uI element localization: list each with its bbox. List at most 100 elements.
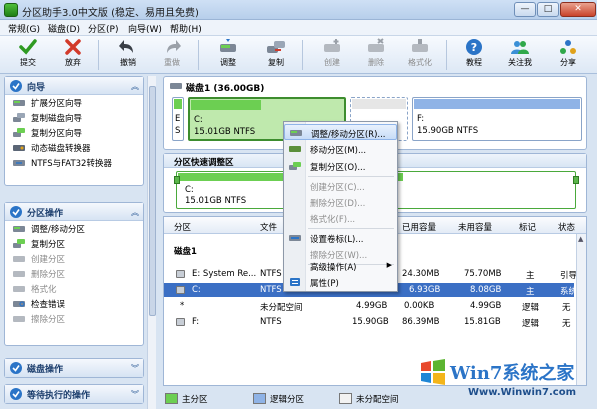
disk-ops-panel[interactable]: 磁盘操作 ︾ xyxy=(4,358,144,378)
undo-icon xyxy=(119,40,133,53)
col-used[interactable]: 已用容量 xyxy=(402,221,436,233)
partition-ops-panel: 分区操作 ︽ 调整/移动分区 复制分区 创建分区 删除分区 格式化 检查错误 擦… xyxy=(4,202,144,346)
col-partition[interactable]: 分区 xyxy=(174,221,191,233)
drive-format-icon xyxy=(412,39,428,52)
drive-icon xyxy=(176,286,185,294)
copy-button[interactable]: 复制 xyxy=(256,38,296,72)
submenu-arrow-icon: ▶ xyxy=(386,261,392,269)
col-filesystem[interactable]: 文件 xyxy=(260,221,277,233)
disk-title: 磁盘1 (36.00GB) xyxy=(186,84,265,94)
toolbar: 提交 放弃 撤销 重做 调整 复制 创建 删除 格式化 ? 教程 关注我 分享 xyxy=(0,36,597,74)
people-icon xyxy=(511,41,529,54)
follow-button[interactable]: 关注我 xyxy=(500,38,540,72)
pending-ops-panel[interactable]: 等待执行的操作 ︾ xyxy=(4,384,144,404)
sidebar-scrollbar[interactable] xyxy=(147,76,156,409)
wizard-item-dynamic-disk[interactable]: 动态磁盘转换器 xyxy=(5,140,143,155)
menu-disk[interactable]: 磁盘(D) xyxy=(48,22,80,35)
ctx-set-label[interactable]: 设置卷标(L)... xyxy=(284,230,397,246)
wizard-item-copy-disk[interactable]: 复制磁盘向导 xyxy=(5,110,143,125)
extend-partition-icon xyxy=(13,100,25,106)
op-item-create[interactable]: 创建分区 xyxy=(5,251,143,266)
checkmark-icon xyxy=(19,39,37,55)
resize-right-handle[interactable] xyxy=(573,176,579,184)
ctx-move[interactable]: 移动分区(M)... xyxy=(284,141,397,157)
wizard-panel: 向导 ︽ 扩展分区向导 复制磁盘向导 复制分区向导 动态磁盘转换器 NTFS与F… xyxy=(4,76,144,186)
sidebar: 向导 ︽ 扩展分区向导 复制磁盘向导 复制分区向导 动态磁盘转换器 NTFS与F… xyxy=(4,76,156,409)
watermark-url: Www.Winwin7.com xyxy=(468,387,577,398)
redo-button[interactable]: 重做 xyxy=(152,38,192,72)
ctx-resize-move[interactable]: 调整/移动分区(R)... xyxy=(284,124,397,140)
context-menu: 调整/移动分区(R)... 移动分区(M)... 复制分区(O)... 创建分区… xyxy=(283,121,398,292)
op-item-delete[interactable]: 删除分区 xyxy=(5,266,143,281)
op-item-copy[interactable]: 复制分区 xyxy=(5,236,143,251)
discard-button[interactable]: 放弃 xyxy=(53,38,93,72)
delete-partition-icon xyxy=(13,271,25,277)
expand-chevron-icon[interactable]: ︾ xyxy=(131,363,139,374)
title-bar: 分区助手3.0中文版 (稳定、易用且免费) — □ ✕ xyxy=(0,0,597,20)
partition-segment-f[interactable]: F: 15.90GB NTFS xyxy=(412,97,582,141)
table-row[interactable]: F: NTFS 15.90GB 86.39MB 15.81GB 逻辑 无 xyxy=(164,315,574,329)
menu-general[interactable]: 常规(G) xyxy=(8,22,40,35)
menu-help[interactable]: 帮助(H) xyxy=(170,22,202,35)
partition-ops-icon xyxy=(10,206,22,218)
partition-segment-e[interactable]: E S xyxy=(172,97,184,141)
toolbar-separator xyxy=(446,40,447,70)
wizard-icon xyxy=(10,80,22,92)
properties-icon xyxy=(290,278,300,286)
move-partition-icon xyxy=(289,146,301,152)
dynamic-disk-icon xyxy=(13,145,25,151)
wizard-item-copy-partition[interactable]: 复制分区向导 xyxy=(5,125,143,140)
svg-text:?: ? xyxy=(471,41,477,54)
toolbar-separator xyxy=(98,40,99,70)
check-errors-icon xyxy=(13,301,25,307)
close-button[interactable]: ✕ xyxy=(560,2,596,17)
resize-button[interactable]: 调整 xyxy=(208,38,248,72)
scroll-up-icon[interactable]: ▲ xyxy=(578,235,583,243)
expand-chevron-icon[interactable]: ︾ xyxy=(131,389,139,400)
maximize-button[interactable]: □ xyxy=(537,2,559,17)
ctx-advanced[interactable]: 高级操作(A) ▶ xyxy=(284,258,397,274)
col-free[interactable]: 未用容量 xyxy=(458,221,492,233)
wizard-panel-header[interactable]: 向导 ︽ xyxy=(5,77,143,95)
create-partition-icon xyxy=(13,256,25,262)
wizard-item-ntfs-fat32[interactable]: NTFS与FAT32转换器 xyxy=(5,155,143,170)
copy-partition-icon xyxy=(13,128,25,137)
pending-ops-header[interactable]: 等待执行的操作 ︾ xyxy=(5,385,143,403)
copy-partition-icon xyxy=(13,239,25,248)
help-icon: ? xyxy=(466,39,482,55)
commit-button[interactable]: 提交 xyxy=(8,38,48,72)
undo-button[interactable]: 撤销 xyxy=(108,38,148,72)
drive-create-icon xyxy=(324,39,340,52)
menu-bar: 常规(G) 磁盘(D) 分区(P) 向导(W) 帮助(H) xyxy=(0,20,597,36)
col-status[interactable]: 状态 xyxy=(558,221,575,233)
wizard-item-extend[interactable]: 扩展分区向导 xyxy=(5,95,143,110)
drive-copy-icon xyxy=(267,41,285,53)
op-item-format[interactable]: 格式化 xyxy=(5,281,143,296)
disk-ops-header[interactable]: 磁盘操作 ︾ xyxy=(5,359,143,377)
col-flag[interactable]: 标记 xyxy=(519,221,536,233)
share-button[interactable]: 分享 xyxy=(548,38,588,72)
op-item-check-errors[interactable]: 检查错误 xyxy=(5,296,143,311)
redo-icon xyxy=(167,40,181,53)
create-button[interactable]: 创建 xyxy=(312,38,352,72)
table-row[interactable]: * 未分配空间 4.99GB 0.00KB 4.99GB 逻辑 无 xyxy=(164,299,574,313)
format-button[interactable]: 格式化 xyxy=(400,38,440,72)
minimize-button[interactable]: — xyxy=(514,2,536,17)
ctx-format[interactable]: 格式化(F)... xyxy=(284,210,397,226)
ctx-create[interactable]: 创建分区(C)... xyxy=(284,178,397,194)
op-item-resize[interactable]: 调整/移动分区 xyxy=(5,221,143,236)
collapse-chevron-icon[interactable]: ︽ xyxy=(131,81,139,92)
op-item-wipe[interactable]: 擦除分区 xyxy=(5,311,143,326)
partition-ops-header[interactable]: 分区操作 ︽ xyxy=(5,203,143,221)
delete-button[interactable]: 删除 xyxy=(356,38,396,72)
menu-partition[interactable]: 分区(P) xyxy=(88,22,118,35)
sidebar-scroll-thumb[interactable] xyxy=(149,86,156,316)
ctx-copy[interactable]: 复制分区(O)... xyxy=(284,158,397,174)
tutorial-button[interactable]: ? 教程 xyxy=(454,38,494,72)
ctx-delete[interactable]: 删除分区(D)... xyxy=(284,194,397,210)
collapse-chevron-icon[interactable]: ︽ xyxy=(131,207,139,218)
drive-icon xyxy=(176,318,185,326)
menu-wizard[interactable]: 向导(W) xyxy=(128,22,162,35)
ctx-properties[interactable]: 属性(P) xyxy=(284,274,397,290)
resize-left-handle[interactable] xyxy=(174,176,180,184)
